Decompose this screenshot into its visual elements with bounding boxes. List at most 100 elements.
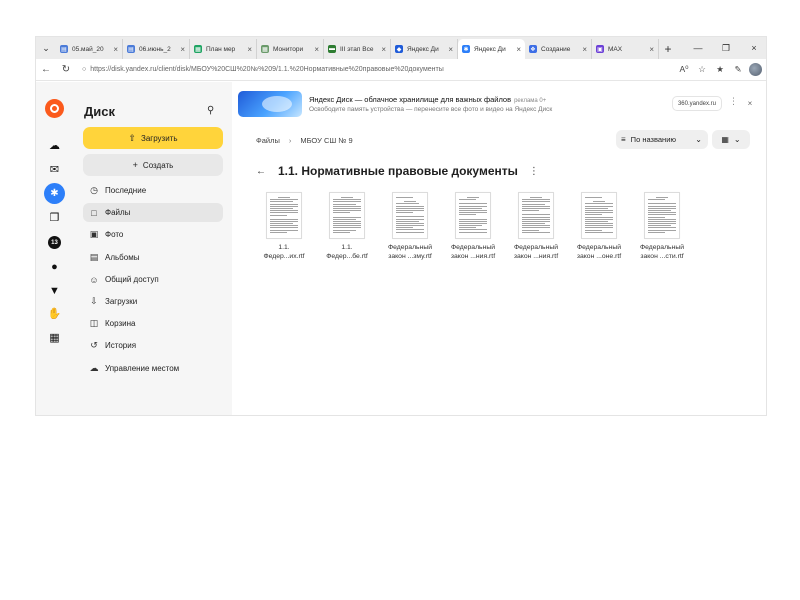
download-icon: ⇩ bbox=[90, 296, 98, 306]
sidebar-item-photo[interactable]: ▣ Фото bbox=[83, 225, 223, 244]
all-services-icon[interactable]: ▦ bbox=[47, 330, 62, 345]
extensions-icon[interactable]: ✎ bbox=[729, 61, 747, 79]
close-icon[interactable]: × bbox=[516, 45, 521, 54]
sidebar: Диск ⚲ ⇧ Загрузить + Создать ◷ Последние… bbox=[74, 82, 232, 415]
trash-icon: ◫ bbox=[89, 318, 99, 328]
sidebar-item-label: Общий доступ bbox=[105, 275, 159, 284]
tab-list-dropdown-icon[interactable]: ⌄ bbox=[36, 37, 56, 59]
file-name: 1.1. Федер...бе.rtf bbox=[316, 244, 378, 261]
mail-icon[interactable]: ✉ bbox=[47, 162, 62, 177]
sort-icon: ≡ bbox=[621, 135, 626, 144]
file-grid: 1.1. Федер...их.rtf 1.1. Федер...бе.rtf Феде… bbox=[253, 192, 694, 261]
close-window-icon[interactable]: × bbox=[740, 37, 766, 59]
file-name-line: закон ...оне.rtf bbox=[576, 252, 622, 260]
tab-label: План мер bbox=[206, 45, 236, 53]
close-icon[interactable]: × bbox=[743, 96, 757, 110]
browser-tab[interactable]: ▣ MAX × bbox=[592, 39, 659, 59]
document-thumbnail-icon bbox=[455, 192, 491, 239]
sidebar-item-trash[interactable]: ◫ Корзина bbox=[83, 314, 223, 333]
close-icon[interactable]: × bbox=[314, 45, 319, 54]
tab-label: MAX bbox=[608, 45, 623, 53]
favorite-star-icon[interactable]: ☆ bbox=[693, 61, 711, 79]
address-bar[interactable]: ○ https://disk.yandex.ru/client/disk/МБО… bbox=[78, 62, 638, 78]
document-thumbnail-icon bbox=[581, 192, 617, 239]
read-aloud-icon[interactable]: A⁰ bbox=[675, 61, 693, 79]
file-item[interactable]: Федеральный закон ...ния.rtf bbox=[442, 192, 504, 261]
browser-tab[interactable]: ▦ План мер × bbox=[190, 39, 257, 59]
back-icon[interactable]: ← bbox=[36, 60, 56, 80]
sidebar-item-label: Загрузки bbox=[105, 297, 138, 306]
sidebar-item-storage[interactable]: ☁ Управление местом bbox=[83, 359, 223, 378]
tab-label: Яндекс Ди bbox=[407, 45, 439, 53]
browser-tab[interactable]: ▦ Монитори × bbox=[257, 39, 324, 59]
upload-button[interactable]: ⇧ Загрузить bbox=[83, 127, 223, 149]
disk-service-icon[interactable]: ✱ bbox=[44, 183, 65, 204]
documents-icon[interactable]: ❐ bbox=[47, 210, 62, 225]
sidebar-item-downloads[interactable]: ⇩ Загрузки bbox=[83, 292, 223, 311]
ad-mark: реклама 0+ bbox=[514, 97, 547, 104]
more-vertical-icon[interactable]: ⋮ bbox=[729, 96, 738, 107]
cloud-service-icon[interactable]: ☁ bbox=[47, 138, 62, 153]
file-item[interactable]: 1.1. Федер...их.rtf bbox=[253, 192, 315, 261]
browser-tab[interactable]: ❖ Создание × bbox=[525, 39, 592, 59]
sidebar-item-albums[interactable]: ▤ Альбомы bbox=[83, 248, 223, 267]
sidebar-item-history[interactable]: ↺ История bbox=[83, 336, 223, 355]
file-item[interactable]: Федеральный закон ...сти.rtf bbox=[631, 192, 693, 261]
reload-icon[interactable]: ↻ bbox=[56, 60, 76, 80]
browser-tab[interactable]: ▤ 05.май_20 × bbox=[56, 39, 123, 59]
yandex360-logo-icon[interactable] bbox=[45, 99, 64, 118]
sidebar-item-shared[interactable]: ☺ Общий доступ bbox=[83, 270, 223, 289]
lock-icon[interactable]: ○ bbox=[82, 66, 86, 73]
close-icon[interactable]: × bbox=[448, 45, 453, 54]
tab-label: III этап Все bbox=[340, 45, 374, 53]
notes-icon[interactable]: ▼ bbox=[47, 283, 62, 298]
ad-domain-button[interactable]: 360.yandex.ru bbox=[671, 96, 722, 111]
file-name: Федеральный закон ...ния.rtf bbox=[505, 244, 567, 261]
tab-label: Создание bbox=[541, 45, 571, 53]
ad-title: Яндекс Диск — облачное хранилище для важ… bbox=[309, 95, 552, 104]
ad-title-text: Яндекс Диск — облачное хранилище для важ… bbox=[309, 94, 512, 104]
doc-icon: ▤ bbox=[60, 45, 68, 53]
sidebar-item-recent[interactable]: ◷ Последние bbox=[83, 181, 223, 200]
yandex-disk-app: ☁ ✉ ✱ ❐ 13 ● ▼ ✋ ▦ Диск ⚲ ⇧ Загрузить + … bbox=[36, 82, 766, 415]
document-thumbnail-icon bbox=[392, 192, 428, 239]
new-tab-icon[interactable]: + bbox=[659, 39, 677, 59]
close-icon[interactable]: × bbox=[247, 45, 252, 54]
profile-avatar[interactable] bbox=[749, 63, 762, 76]
file-item[interactable]: Федеральный закон ...оне.rtf bbox=[568, 192, 630, 261]
calendar-icon[interactable]: 13 bbox=[48, 236, 61, 249]
file-item[interactable]: 1.1. Федер...бе.rtf bbox=[316, 192, 378, 261]
back-arrow-icon[interactable]: ← bbox=[256, 166, 266, 177]
browser-tab[interactable]: ▤ 06.июнь_2 × bbox=[123, 39, 190, 59]
restore-icon[interactable]: ❐ bbox=[712, 37, 740, 59]
browser-tab[interactable]: ▬ III этап Все × bbox=[324, 39, 391, 59]
sidebar-item-label: История bbox=[105, 341, 137, 350]
file-item[interactable]: Федеральный закон ...зму.rtf bbox=[379, 192, 441, 261]
close-icon[interactable]: × bbox=[180, 45, 185, 54]
services-rail: ☁ ✉ ✱ ❐ 13 ● ▼ ✋ ▦ bbox=[36, 82, 74, 415]
close-icon[interactable]: × bbox=[381, 45, 386, 54]
sidebar-item-label: Корзина bbox=[105, 319, 136, 328]
telemost-icon[interactable]: ✋ bbox=[47, 306, 62, 321]
search-icon[interactable]: ⚲ bbox=[207, 105, 214, 116]
close-icon[interactable]: × bbox=[113, 45, 118, 54]
close-icon[interactable]: × bbox=[649, 45, 654, 54]
messenger-icon[interactable]: ● bbox=[47, 259, 62, 274]
close-icon[interactable]: × bbox=[582, 45, 587, 54]
browser-tab-active[interactable]: ✱ Яндекс Ди × bbox=[458, 39, 525, 59]
browser-tab[interactable]: ◆ Яндекс Ди × bbox=[391, 39, 458, 59]
breadcrumb-item[interactable]: МБОУ СШ № 9 bbox=[300, 136, 352, 145]
minimize-icon[interactable]: — bbox=[684, 37, 712, 59]
ad-banner[interactable]: Яндекс Диск — облачное хранилище для важ… bbox=[238, 89, 763, 118]
people-icon: ☺ bbox=[89, 274, 99, 285]
sort-dropdown[interactable]: ≡ По названию ⌄ bbox=[616, 130, 708, 149]
file-item[interactable]: Федеральный закон ...ния.rtf bbox=[505, 192, 567, 261]
sidebar-item-files[interactable]: □ Файлы bbox=[83, 203, 223, 222]
sheet-icon: ▦ bbox=[194, 45, 202, 53]
more-vertical-icon[interactable]: ⋮ bbox=[529, 166, 539, 177]
view-mode-dropdown[interactable]: ▦ ⌄ bbox=[712, 130, 750, 149]
favorites-icon[interactable]: ★ bbox=[711, 61, 729, 79]
create-button[interactable]: + Создать bbox=[83, 154, 223, 176]
file-name-line: закон ...ния.rtf bbox=[450, 252, 496, 260]
breadcrumb-item[interactable]: Файлы bbox=[256, 136, 280, 145]
